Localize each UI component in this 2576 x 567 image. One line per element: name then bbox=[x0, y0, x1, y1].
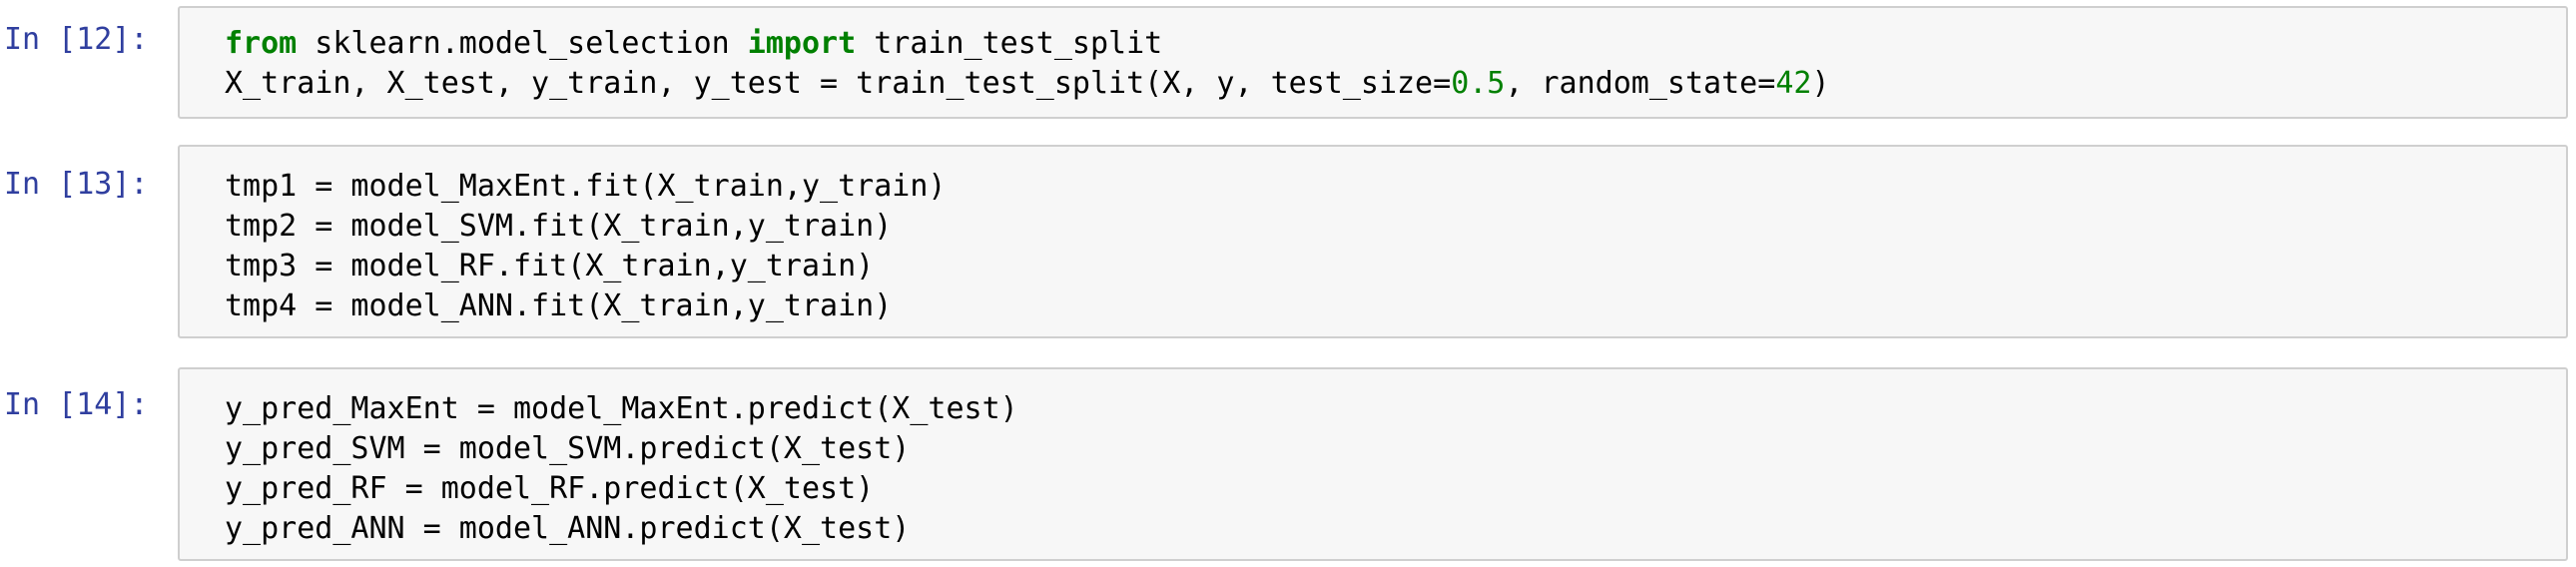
code-text: ) bbox=[1811, 66, 1830, 101]
code-text: sklearn.model_selection bbox=[297, 26, 748, 61]
code-line: tmp4 = model_ANN.fit(X_train,y_train) bbox=[225, 288, 893, 323]
cell-prompt: In [12]: bbox=[4, 22, 149, 57]
code-line: tmp2 = model_SVM.fit(X_train,y_train) bbox=[225, 209, 893, 244]
code-line: tmp3 = model_RF.fit(X_train,y_train) bbox=[225, 249, 875, 284]
code-line: y_pred_MaxEnt = model_MaxEnt.predict(X_t… bbox=[225, 391, 1018, 426]
code-cell-14[interactable]: In [14]: y_pred_MaxEnt = model_MaxEnt.pr… bbox=[0, 367, 2576, 567]
number-literal: 0.5 bbox=[1451, 66, 1506, 101]
cell-prompt: In [14]: bbox=[4, 387, 149, 422]
keyword-import: import bbox=[747, 26, 857, 61]
code-line: X_train, X_test, y_train, y_test = train… bbox=[225, 64, 2566, 104]
code-line: y_pred_SVM = model_SVM.predict(X_test) bbox=[225, 431, 911, 466]
code-input-area[interactable]: y_pred_MaxEnt = model_MaxEnt.predict(X_t… bbox=[178, 367, 2568, 561]
code-input-area[interactable]: tmp1 = model_MaxEnt.fit(X_train,y_train)… bbox=[178, 145, 2568, 338]
code-line: y_pred_RF = model_RF.predict(X_test) bbox=[225, 471, 875, 506]
code-text: , random_state= bbox=[1505, 66, 1776, 101]
code-cell-12[interactable]: In [12]: from sklearn.model_selection im… bbox=[0, 0, 2576, 120]
code-line: y_pred_ANN = model_ANN.predict(X_test) bbox=[225, 511, 911, 546]
code-line: tmp1 = model_MaxEnt.fit(X_train,y_train) bbox=[225, 169, 947, 204]
code-text: X_train, X_test, y_train, y_test = train… bbox=[225, 66, 1452, 101]
code-line: from sklearn.model_selection import trai… bbox=[225, 24, 2566, 64]
number-literal: 42 bbox=[1775, 66, 1812, 101]
keyword-from: from bbox=[225, 26, 298, 61]
code-text: train_test_split bbox=[856, 26, 1163, 61]
code-input-area[interactable]: from sklearn.model_selection import trai… bbox=[178, 6, 2568, 119]
cell-prompt: In [13]: bbox=[4, 167, 149, 202]
code-cell-13[interactable]: In [13]: tmp1 = model_MaxEnt.fit(X_train… bbox=[0, 145, 2576, 344]
